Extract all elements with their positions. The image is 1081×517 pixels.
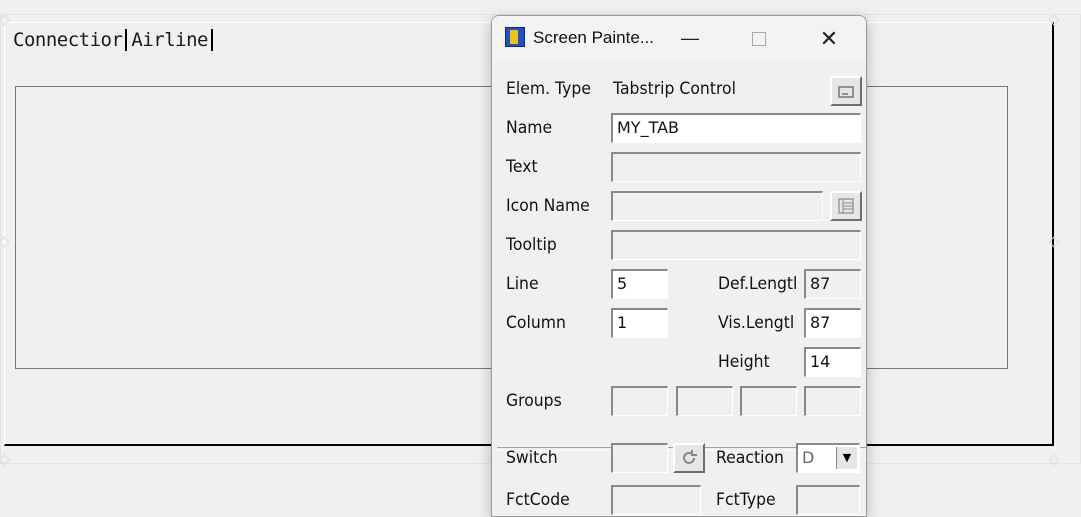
reaction-value: D [802,448,815,467]
reaction-select[interactable]: D ▼ [796,443,860,473]
tab-connection[interactable]: Connectior [12,29,123,51]
fct-type-label: FctType [716,490,776,510]
tab-divider [125,29,128,51]
name-field[interactable]: MY_TAB [611,113,861,143]
minimize-button[interactable]: — [667,16,713,61]
groups-label: Groups [506,391,562,411]
def-length-label: Def.Lengtl [718,274,798,294]
line-field[interactable]: 5 [611,269,668,299]
group-field-4[interactable] [804,386,861,416]
fct-type-field[interactable] [796,485,860,515]
screen-painter-app-icon [505,27,525,47]
resize-handle-bottom-left[interactable] [0,454,10,466]
icon-name-label: Icon Name [506,196,590,216]
dialog-titlebar[interactable]: Screen Painte... — ✕ [492,16,866,61]
group-field-3[interactable] [740,386,797,416]
resize-handle-bottom-right[interactable] [1048,454,1060,466]
tab-divider [210,29,213,51]
icon-name-field[interactable] [611,191,823,221]
elem-type-value: Tabstrip Control [613,79,736,99]
dialog-title: Screen Painte... [533,28,654,47]
window-button-icon[interactable] [830,76,862,106]
tab-airline[interactable]: Airline [130,29,209,51]
name-label: Name [506,118,553,138]
maximize-icon [752,31,766,46]
switch-label: Switch [506,448,558,468]
height-label: Height [718,352,770,372]
close-button[interactable]: ✕ [806,16,852,61]
group-field-2[interactable] [676,386,733,416]
switch-field[interactable] [611,443,668,473]
chevron-down-icon[interactable]: ▼ [836,447,857,469]
tooltip-label: Tooltip [506,235,557,255]
column-field[interactable]: 1 [611,308,668,338]
tooltip-field[interactable] [611,230,861,260]
line-label: Line [506,274,539,294]
maximize-button[interactable] [736,16,782,61]
fct-code-field[interactable] [611,485,701,515]
text-label: Text [506,157,538,177]
elem-type-label: Elem. Type [506,79,591,99]
tabstrip-headers: Connectior Airline [12,28,216,52]
fct-code-label: FctCode [506,490,570,510]
height-field[interactable]: 14 [804,347,861,377]
screen-painter-dialog: Screen Painte... — ✕ Elem. Type Tabstrip… [491,15,867,517]
vis-length-field[interactable]: 87 [804,308,861,338]
def-length-field[interactable]: 87 [804,269,861,299]
group-field-1[interactable] [611,386,668,416]
column-label: Column [506,313,566,333]
text-field[interactable] [611,152,861,182]
refresh-icon[interactable] [673,443,705,473]
reaction-label: Reaction [716,448,784,468]
vis-length-label: Vis.Lengtl [718,313,795,333]
list-picker-icon[interactable] [830,191,862,221]
